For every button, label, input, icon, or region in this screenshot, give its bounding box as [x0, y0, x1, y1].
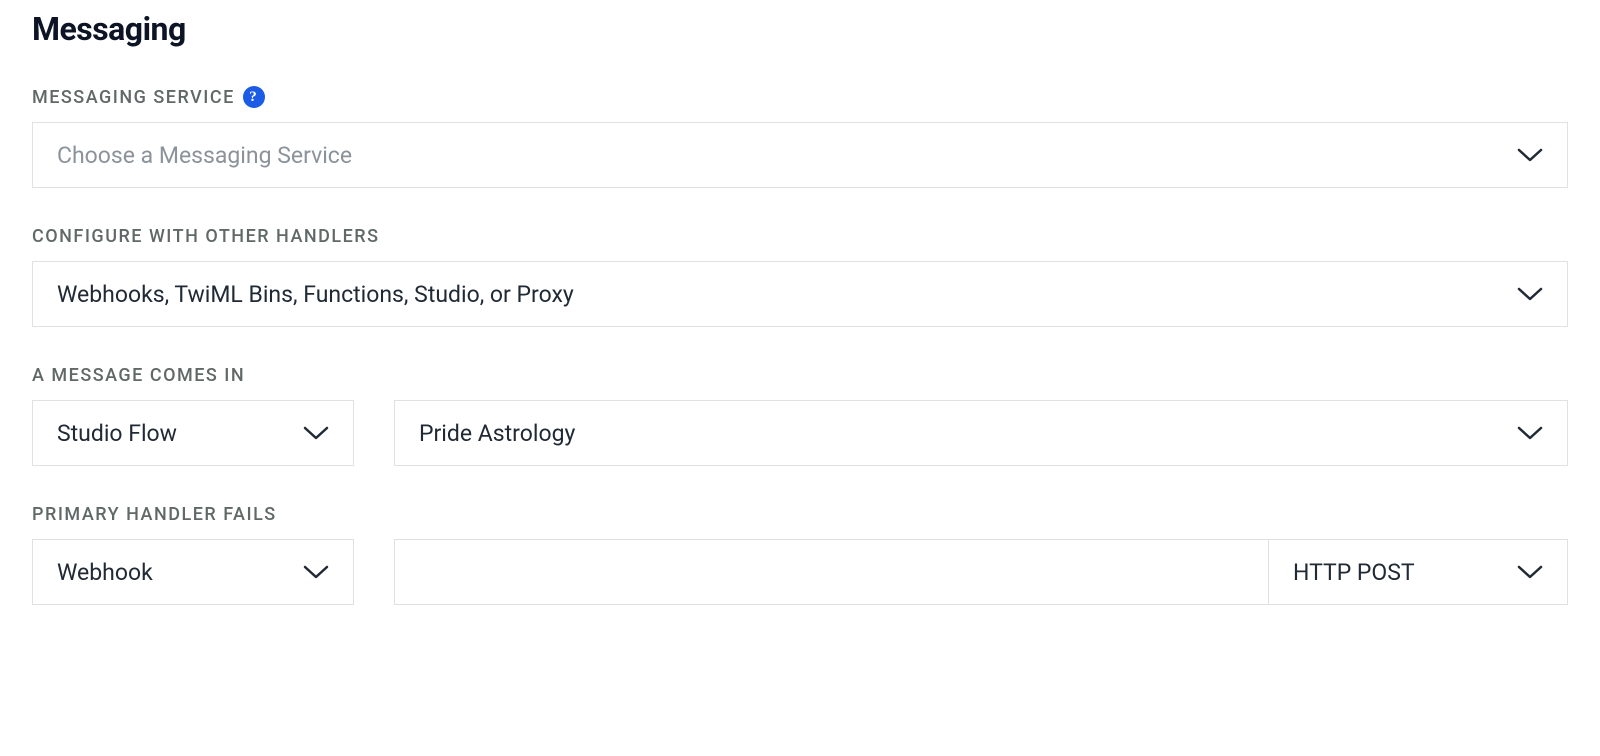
- messaging-service-label-text: MESSAGING SERVICE: [32, 87, 235, 108]
- primary-handler-fails-method-select[interactable]: HTTP POST: [1268, 539, 1568, 605]
- message-comes-in-value: Pride Astrology: [419, 420, 575, 447]
- help-icon[interactable]: ?: [243, 86, 265, 108]
- primary-handler-fails-label-text: PRIMARY HANDLER FAILS: [32, 504, 277, 525]
- primary-handler-fails-field: PRIMARY HANDLER FAILS Webhook HTTP POST: [32, 504, 1568, 605]
- messaging-service-select[interactable]: Choose a Messaging Service: [32, 122, 1568, 188]
- primary-handler-fails-type-value: Webhook: [57, 559, 153, 586]
- chevron-down-icon: [1517, 565, 1543, 579]
- message-comes-in-type-value: Studio Flow: [57, 420, 177, 447]
- primary-handler-fails-method-value: HTTP POST: [1293, 559, 1415, 586]
- configure-handlers-select[interactable]: Webhooks, TwiML Bins, Functions, Studio,…: [32, 261, 1568, 327]
- messaging-service-select-value: Choose a Messaging Service: [57, 142, 352, 169]
- chevron-down-icon: [1517, 426, 1543, 440]
- messaging-service-label: MESSAGING SERVICE ?: [32, 86, 1568, 108]
- configure-handlers-label-text: CONFIGURE WITH OTHER HANDLERS: [32, 226, 380, 247]
- message-comes-in-value-select[interactable]: Pride Astrology: [394, 400, 1568, 466]
- message-comes-in-label-text: A MESSAGE COMES IN: [32, 365, 245, 386]
- message-comes-in-label: A MESSAGE COMES IN: [32, 365, 1568, 386]
- primary-handler-fails-label: PRIMARY HANDLER FAILS: [32, 504, 1568, 525]
- section-title: Messaging: [32, 10, 1568, 48]
- primary-handler-fails-url-input[interactable]: [394, 539, 1268, 605]
- chevron-down-icon: [303, 426, 329, 440]
- configure-handlers-select-value: Webhooks, TwiML Bins, Functions, Studio,…: [57, 281, 574, 308]
- message-comes-in-field: A MESSAGE COMES IN Studio Flow Pride Ast…: [32, 365, 1568, 466]
- primary-handler-fails-type-select[interactable]: Webhook: [32, 539, 354, 605]
- configure-handlers-label: CONFIGURE WITH OTHER HANDLERS: [32, 226, 1568, 247]
- message-comes-in-type-select[interactable]: Studio Flow: [32, 400, 354, 466]
- messaging-service-field: MESSAGING SERVICE ? Choose a Messaging S…: [32, 86, 1568, 188]
- chevron-down-icon: [303, 565, 329, 579]
- chevron-down-icon: [1517, 287, 1543, 301]
- configure-handlers-field: CONFIGURE WITH OTHER HANDLERS Webhooks, …: [32, 226, 1568, 327]
- chevron-down-icon: [1517, 148, 1543, 162]
